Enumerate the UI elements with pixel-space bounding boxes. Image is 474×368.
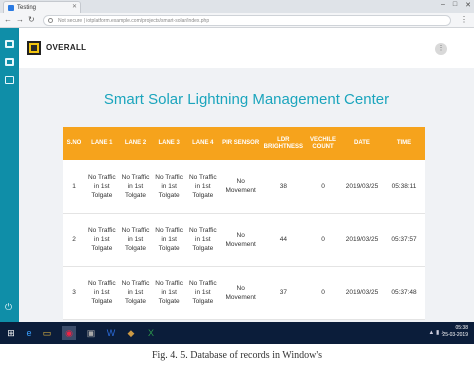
header-menu-button[interactable]: ⋮ [435,43,447,55]
column-header: S.NO [63,127,85,160]
browser-tab[interactable]: Testing ✕ [3,1,81,13]
url-text: iotplatform.example.com/projects/smart-s… [86,18,210,24]
table-row: 2 No Traffic in 1st Tolgate No Traffic i… [63,213,425,267]
column-header: LANE 3 [152,127,186,160]
terminal-icon[interactable]: ▣ [84,326,98,340]
info-icon [48,18,53,23]
column-header: DATE [341,127,383,160]
app-header: OVERALL ⋮ [19,28,474,68]
main-content: Smart Solar Lightning Management Center … [19,68,474,322]
window-controls: – □ ✕ [441,1,471,9]
back-icon[interactable]: ← [4,15,12,24]
table-header-row: S.NO LANE 1 LANE 2 LANE 3 LANE 4 PIR SEN… [63,127,425,160]
cell-lane-4: No Traffic in 1st Tolgate [185,266,220,320]
cell-sno: 2 [63,213,85,267]
cell-lane-1: No Traffic in 1st Tolgate [85,213,119,267]
cell-lane-1: No Traffic in 1st Tolgate [85,266,119,320]
internet-explorer-icon[interactable]: e [22,326,36,340]
cell-lane-3: No Traffic in 1st Tolgate [152,213,186,267]
taskbar: ⊞ e ▭ ◉ ▣ W ◆ X ▲ ▮ ♪ 05:38 25-03-2019 [0,322,474,344]
browser-tabbar: Testing ✕ – □ ✕ [0,0,474,13]
page-title: Smart Solar Lightning Management Center [103,91,390,108]
column-header: TIME [383,127,425,160]
cell-date: 2019/03/25 [341,266,383,320]
minimize-button[interactable]: – [441,1,445,9]
browser-menu-icon[interactable]: ⋮ [460,15,468,24]
cell-lane-2: No Traffic in 1st Tolgate [118,266,153,320]
maximize-button[interactable]: □ [453,1,457,9]
chrome-icon[interactable]: ◉ [62,326,76,340]
column-header: LANE 1 [85,127,119,160]
taskbar-clock[interactable]: 05:38 25-03-2019 [442,325,468,339]
cell-pir: No Movement [219,266,262,320]
cell-pir: No Movement [219,160,262,214]
address-bar: ← → ↻ Not secure | iotplatform.example.c… [0,13,474,28]
cell-lane-2: No Traffic in 1st Tolgate [118,213,153,267]
cell-count: 0 [305,213,341,267]
column-header: VECHILE COUNT [305,127,341,160]
file-explorer-icon[interactable]: ▭ [40,326,54,340]
url-security-label: Not secure [58,18,83,24]
cell-lane-2: No Traffic in 1st Tolgate [118,160,153,214]
cell-count: 0 [305,266,341,320]
cell-time: 05:38:11 [383,160,425,214]
table-row: 1 No Traffic in 1st Tolgate No Traffic i… [63,160,425,214]
cell-time: 05:37:48 [383,266,425,320]
reload-icon[interactable]: ↻ [28,15,35,24]
url-field[interactable]: Not secure | iotplatform.example.com/pro… [43,15,451,26]
table-row: 3 No Traffic in 1st Tolgate No Traffic i… [63,266,425,320]
cell-ldr: 37 [261,266,305,320]
start-windows-icon[interactable]: ⊞ [4,326,18,340]
cell-ldr: 44 [261,213,305,267]
word-icon[interactable]: W [104,326,118,340]
cell-date: 2019/03/25 [341,160,383,214]
cell-lane-4: No Traffic in 1st Tolgate [185,213,220,267]
app-logo-icon [27,41,41,55]
sidebar-list-icon[interactable] [5,58,14,66]
favicon-icon [8,4,14,11]
sidebar-table-icon[interactable] [5,76,14,84]
close-window-button[interactable]: ✕ [465,1,471,9]
cell-time: 05:37:57 [383,213,425,267]
tab-close-icon[interactable]: ✕ [72,3,77,10]
cell-lane-1: No Traffic in 1st Tolgate [85,160,119,214]
cell-pir: No Movement [219,213,262,267]
records-table: S.NO LANE 1 LANE 2 LANE 3 LANE 4 PIR SEN… [63,127,425,320]
screen: Testing ✕ – □ ✕ ← → ↻ Not secure | iotpl… [0,0,474,368]
cell-date: 2019/03/25 [341,213,383,267]
forward-icon[interactable]: → [16,15,24,24]
column-header: LANE 4 [185,127,220,160]
cell-lane-3: No Traffic in 1st Tolgate [152,160,186,214]
sidebar-dashboard-icon[interactable] [5,40,14,48]
cell-count: 0 [305,160,341,214]
cell-lane-4: No Traffic in 1st Tolgate [185,160,220,214]
sidebar: ⏻ [0,28,19,322]
cell-sno: 1 [63,160,85,214]
cell-ldr: 38 [261,160,305,214]
clock-date: 25-03-2019 [442,332,468,338]
app-icon[interactable]: ◆ [124,326,138,340]
cell-sno: 3 [63,266,85,320]
column-header: LANE 2 [118,127,153,160]
figure-caption: Fig. 4. 5. Database of records in Window… [151,350,323,361]
cell-lane-3: No Traffic in 1st Tolgate [152,266,186,320]
power-icon[interactable]: ⏻ [5,302,12,313]
excel-icon[interactable]: X [144,326,158,340]
brand-title: OVERALL [46,43,87,52]
clock-time: 05:38 [455,325,468,331]
tab-title: Testing [17,4,37,11]
column-header: PIR SENSOR [219,127,262,160]
column-header: LDR BRIGHTNESS [261,127,305,160]
